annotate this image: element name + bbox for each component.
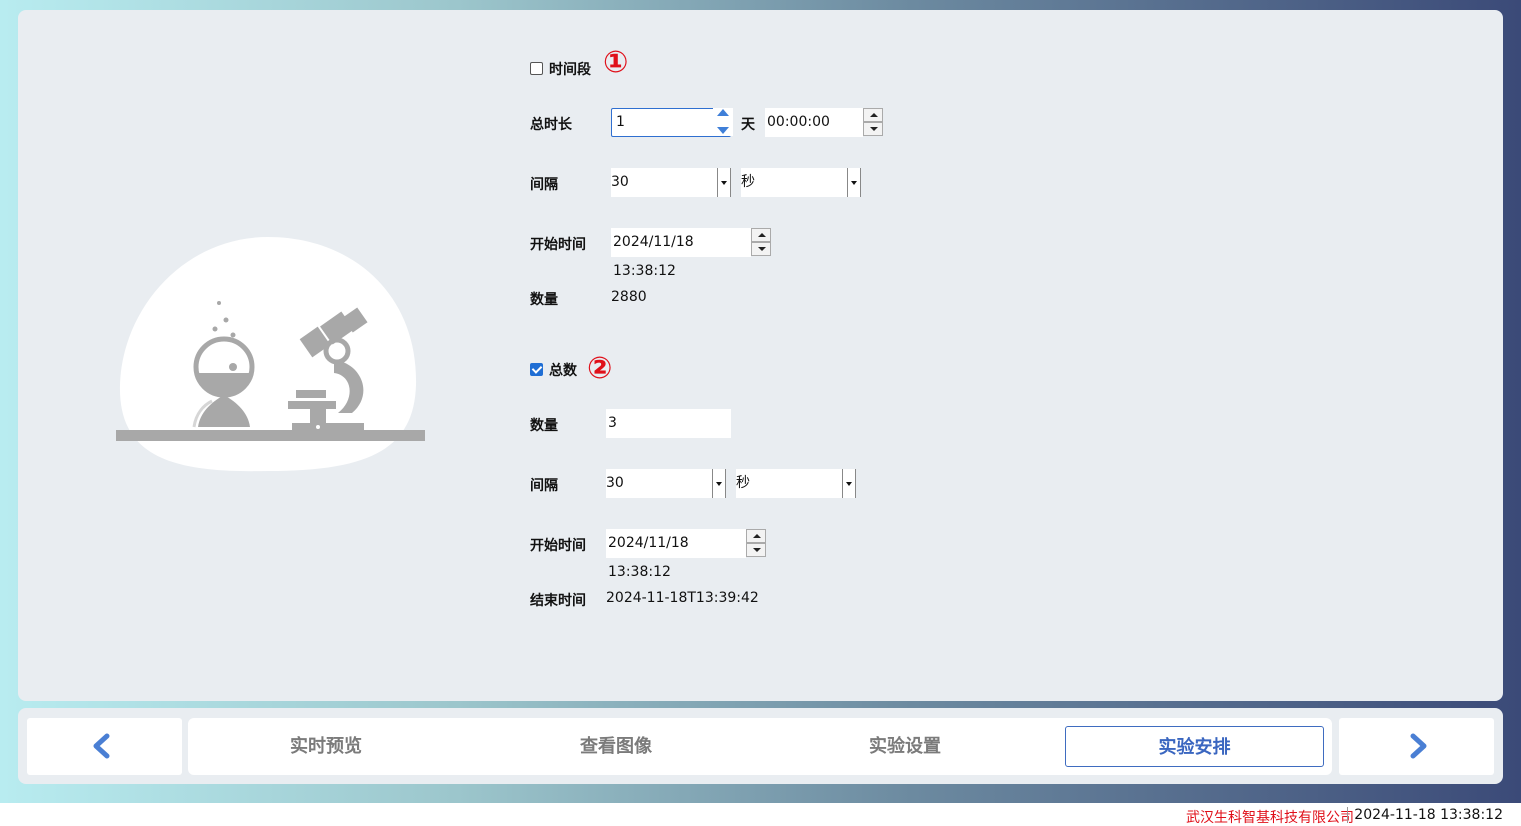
period-badge: ①	[603, 45, 629, 80]
stepper-up-icon[interactable]	[746, 529, 766, 543]
total-checkbox[interactable]	[530, 363, 543, 376]
end-time-label: 结束时间	[530, 593, 586, 609]
prev-button[interactable]	[27, 718, 182, 775]
stepper-down-icon[interactable]	[863, 122, 883, 136]
lab-illustration	[116, 301, 425, 441]
stepper-up-icon[interactable]	[863, 108, 883, 122]
tab-view-images[interactable]: 查看图像	[502, 726, 730, 767]
total-interval-select[interactable]: 30	[606, 469, 726, 498]
period-interval-label: 间隔	[530, 177, 558, 193]
stepper-down-icon[interactable]	[713, 122, 733, 136]
chevron-down-icon[interactable]	[847, 168, 861, 197]
period-start-time-stepper[interactable]	[751, 228, 771, 257]
duration-days-stepper[interactable]	[713, 108, 733, 137]
chevron-down-icon[interactable]	[712, 469, 726, 498]
duration-time-stepper[interactable]	[863, 108, 883, 137]
next-button[interactable]	[1339, 718, 1494, 775]
period-interval-select[interactable]: 30	[611, 168, 731, 197]
total-count-label: 数量	[530, 418, 558, 434]
total-start-time-label: 开始时间	[530, 538, 586, 554]
company-name: 武汉生科智基科技有限公司	[1186, 810, 1354, 826]
end-time-value: 2024-11-18T13:39:42	[606, 590, 759, 606]
total-interval-unit: 秒	[736, 475, 750, 491]
stepper-down-icon[interactable]	[746, 543, 766, 557]
stepper-down-icon[interactable]	[751, 242, 771, 256]
total-badge: ②	[587, 351, 613, 386]
period-start-time-input[interactable]: 2024/11/18 13:38:12	[611, 228, 751, 279]
chevron-right-icon[interactable]	[1405, 733, 1431, 759]
period-checkbox-label: 时间段	[549, 62, 591, 78]
total-checkbox-label: 总数	[549, 363, 577, 379]
duration-time-input[interactable]: 00:00:00	[765, 108, 863, 137]
stepper-up-icon[interactable]	[713, 108, 733, 122]
total-interval-value: 30	[606, 475, 624, 491]
chevron-down-icon[interactable]	[842, 469, 856, 498]
days-unit-label: 天	[741, 117, 755, 133]
tab-live-preview[interactable]: 实时预览	[212, 726, 440, 767]
total-interval-label: 间隔	[530, 478, 558, 494]
period-count-value: 2880	[611, 289, 647, 305]
status-bar: 武汉生科智基科技有限公司 2024-11-18 13:38:12	[0, 803, 1521, 826]
period-interval-value: 30	[611, 174, 629, 190]
tab-experiment-schedule[interactable]: 实验安排	[1065, 726, 1324, 767]
period-interval-unit-select[interactable]: 秒	[741, 168, 861, 197]
tab-experiment-settings[interactable]: 实验设置	[791, 726, 1019, 767]
period-interval-unit: 秒	[741, 174, 755, 190]
total-interval-unit-select[interactable]: 秒	[736, 469, 856, 498]
total-duration-label: 总时长	[530, 117, 572, 133]
status-datetime: 2024-11-18 13:38:12	[1347, 807, 1503, 823]
chevron-left-icon[interactable]	[89, 733, 115, 759]
chevron-down-icon[interactable]	[717, 168, 731, 197]
total-count-input[interactable]: 3	[606, 409, 731, 438]
total-start-time-stepper[interactable]	[746, 529, 766, 558]
period-count-label: 数量	[530, 292, 558, 308]
period-start-time-label: 开始时间	[530, 237, 586, 253]
total-start-time-input[interactable]: 2024/11/18 13:38:12	[606, 529, 746, 580]
period-checkbox[interactable]	[530, 62, 543, 75]
stepper-up-icon[interactable]	[751, 228, 771, 242]
